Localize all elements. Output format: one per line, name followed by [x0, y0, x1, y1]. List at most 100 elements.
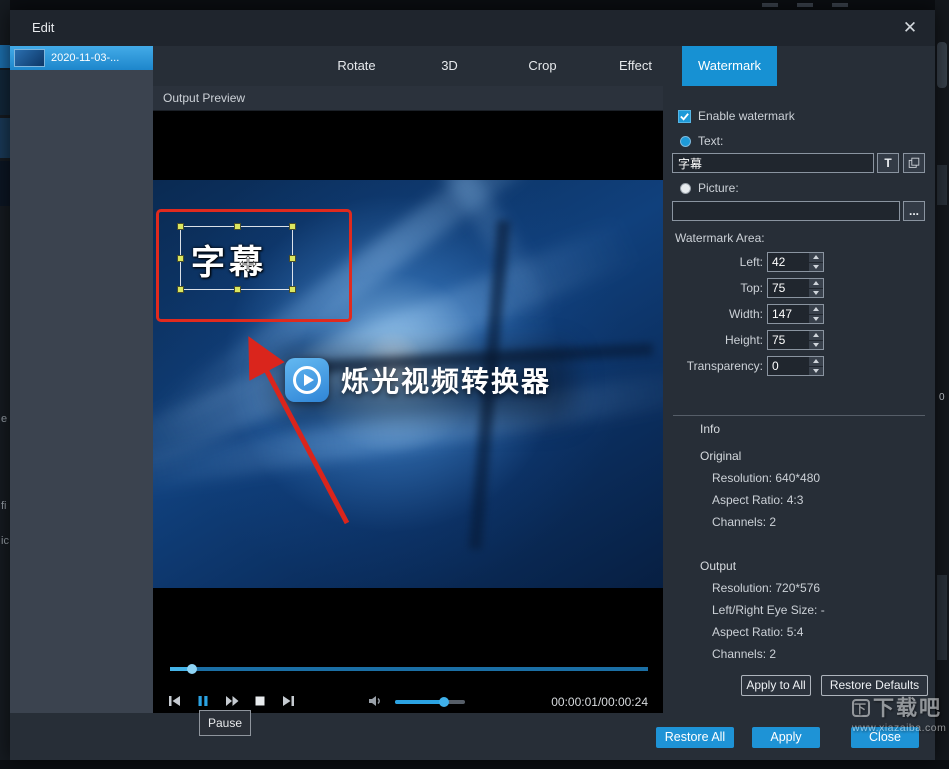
watermark-settings-panel: Enable watermark Text: T Picture: ... Wa…	[663, 86, 935, 713]
info-divider	[673, 415, 925, 416]
speaker-icon	[367, 693, 383, 709]
restore-all-button[interactable]: Restore All	[656, 727, 734, 748]
background-text-fragment: ic	[1, 535, 9, 547]
app-logo: 烁光视频转换器	[285, 358, 551, 402]
pause-button[interactable]	[195, 693, 213, 711]
pause-tooltip: Pause	[199, 710, 251, 736]
dialog-titlebar: Edit ✕	[10, 10, 935, 46]
background-window-control	[797, 3, 813, 7]
playback-time: 00:00:01/00:00:24	[551, 695, 648, 709]
close-button[interactable]: Close	[851, 727, 919, 748]
info-title: Info	[700, 422, 720, 436]
spin-up-button[interactable]	[809, 305, 823, 315]
width-label: Width:	[663, 307, 763, 321]
stop-icon	[252, 693, 268, 709]
tab-effect[interactable]: Effect	[589, 46, 682, 86]
video-thumbnail	[14, 49, 45, 67]
wallpaper-light-beam	[346, 180, 561, 324]
width-spinner	[767, 304, 824, 324]
video-filename: 2020-11-03-...	[51, 52, 119, 64]
sidebar-item-video-file[interactable]: 2020-11-03-...	[10, 46, 153, 70]
spin-down-button[interactable]	[809, 289, 823, 298]
spin-down-button[interactable]	[809, 341, 823, 350]
video-preview-area: 烁光视频转换器 字幕	[153, 111, 663, 713]
height-input[interactable]	[768, 331, 808, 349]
transparency-input[interactable]	[768, 357, 808, 375]
height-field-row: Height:	[663, 330, 935, 350]
dialog-title: Edit	[32, 20, 54, 35]
tab-watermark[interactable]: Watermark	[682, 46, 777, 86]
volume-handle[interactable]	[439, 697, 449, 707]
seek-bar[interactable]	[170, 667, 648, 671]
transparency-spinner	[767, 356, 824, 376]
watermark-area-label: Watermark Area:	[675, 231, 765, 245]
top-spinner	[767, 278, 824, 298]
spin-down-button[interactable]	[809, 263, 823, 272]
annotation-highlight-rect	[156, 209, 352, 322]
preview-header-label: Output Preview	[163, 91, 245, 105]
text-radio-label: Text:	[698, 134, 723, 148]
fast-forward-button[interactable]	[224, 693, 242, 711]
fast-forward-icon	[224, 693, 240, 709]
apply-to-all-button[interactable]: Apply to All	[741, 675, 811, 696]
transparency-label: Transparency:	[663, 359, 763, 373]
text-radio-row: Text:	[680, 134, 723, 148]
seek-handle[interactable]	[187, 664, 197, 674]
width-input[interactable]	[768, 305, 808, 323]
copy-style-button[interactable]	[903, 153, 925, 173]
original-aspect-ratio: Aspect Ratio: 4:3	[712, 493, 803, 507]
spin-up-button[interactable]	[809, 253, 823, 263]
browse-button[interactable]: ...	[903, 201, 925, 221]
next-button[interactable]	[280, 693, 298, 711]
height-spinner	[767, 330, 824, 350]
top-input[interactable]	[768, 279, 808, 297]
spin-up-button[interactable]	[809, 357, 823, 367]
background-thumbnail-fragment	[0, 161, 10, 206]
background-left-strip: e fi ic	[0, 0, 10, 769]
output-eye-size: Left/Right Eye Size: -	[712, 603, 825, 617]
copy-icon	[907, 156, 921, 170]
spin-down-button[interactable]	[809, 367, 823, 376]
previous-button[interactable]	[167, 693, 185, 711]
top-label: Top:	[663, 281, 763, 295]
picture-radio[interactable]	[680, 183, 691, 194]
restore-defaults-button[interactable]: Restore Defaults	[821, 675, 928, 696]
app-logo-text: 烁光视频转换器	[341, 360, 551, 400]
volume-slider[interactable]	[395, 700, 465, 704]
original-resolution: Resolution: 640*480	[712, 471, 820, 485]
original-label: Original	[700, 449, 741, 463]
background-text-fragment: fi	[1, 500, 7, 512]
output-channels: Channels: 2	[712, 647, 776, 661]
close-icon[interactable]: ✕	[898, 16, 922, 40]
height-label: Height:	[663, 333, 763, 347]
volume-button[interactable]	[367, 693, 385, 711]
spin-down-button[interactable]	[809, 315, 823, 324]
watermark-text-input[interactable]	[672, 153, 874, 173]
left-label: Left:	[663, 255, 763, 269]
tab-crop[interactable]: Crop	[496, 46, 589, 86]
spin-up-button[interactable]	[809, 279, 823, 289]
left-input[interactable]	[768, 253, 808, 271]
apply-button[interactable]: Apply	[752, 727, 820, 748]
output-aspect-ratio: Aspect Ratio: 5:4	[712, 625, 803, 639]
left-field-row: Left:	[663, 252, 935, 272]
background-right-strip: 0	[935, 0, 949, 769]
enable-watermark-checkbox[interactable]	[678, 110, 691, 123]
background-thumbnail-fragment	[0, 118, 10, 158]
background-thumbnail-fragment	[0, 45, 10, 68]
enable-watermark-label: Enable watermark	[698, 109, 795, 123]
text-style-button[interactable]: T	[877, 153, 899, 173]
play-logo-icon	[285, 358, 329, 402]
background-text-fragment: e	[1, 413, 7, 425]
original-channels: Channels: 2	[712, 515, 776, 529]
top-field-row: Top:	[663, 278, 935, 298]
tab-rotate[interactable]: Rotate	[310, 46, 403, 86]
text-radio[interactable]	[680, 136, 691, 147]
edit-dialog: Edit ✕ 2020-11-03-... Rotate 3D Crop Eff…	[10, 10, 935, 760]
skip-start-icon	[167, 693, 183, 709]
background-fragment	[937, 165, 947, 205]
spin-up-button[interactable]	[809, 331, 823, 341]
watermark-picture-input[interactable]	[672, 201, 900, 221]
tab-3d[interactable]: 3D	[403, 46, 496, 86]
stop-button[interactable]	[252, 693, 270, 711]
